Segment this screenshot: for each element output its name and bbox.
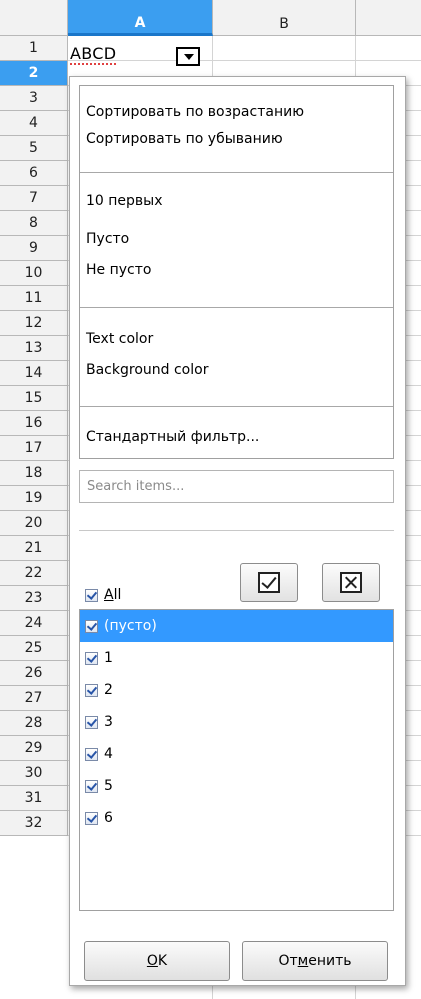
column-header-c[interactable] (356, 0, 421, 36)
cell-a1-text: ABCD (70, 44, 117, 65)
all-checkbox-row[interactable]: All (85, 587, 121, 603)
row-header[interactable]: 4 (0, 111, 68, 136)
row-header[interactable]: 20 (0, 511, 68, 536)
autofilter-dropdown-button[interactable] (176, 47, 200, 66)
search-items-field[interactable] (79, 470, 394, 503)
ok-button[interactable]: OK (84, 941, 230, 981)
all-label-accelerator: A (104, 587, 114, 603)
item-checkbox[interactable] (85, 683, 98, 697)
row-header[interactable]: 24 (0, 611, 68, 636)
menu-sort-descending[interactable]: Сортировать по убыванию (86, 131, 283, 147)
row-header[interactable]: 10 (0, 261, 68, 286)
row-header[interactable]: 7 (0, 186, 68, 211)
autofilter-menu: Сортировать по возрастанию Сортировать п… (79, 85, 394, 459)
list-item[interactable]: 6 (80, 802, 393, 834)
checkmark-box-icon (258, 572, 280, 593)
row-header[interactable]: 28 (0, 711, 68, 736)
menu-separator (80, 172, 393, 173)
all-label-rest: ll (113, 587, 122, 603)
item-label: 4 (104, 746, 113, 762)
row-header[interactable]: 21 (0, 536, 68, 561)
item-label: 1 (104, 650, 113, 666)
list-item[interactable]: 3 (80, 706, 393, 738)
x-box-icon (340, 572, 362, 593)
row-header[interactable]: 8 (0, 211, 68, 236)
cancel-label-prefix: От (278, 953, 298, 969)
menu-empty[interactable]: Пусто (86, 231, 129, 247)
menu-separator (80, 406, 393, 407)
row-header[interactable]: 30 (0, 761, 68, 786)
row-header[interactable]: 25 (0, 636, 68, 661)
list-item[interactable]: 2 (80, 674, 393, 706)
menu-not-empty[interactable]: Не пусто (86, 262, 151, 278)
row-header[interactable]: 17 (0, 436, 68, 461)
row-header[interactable]: 27 (0, 686, 68, 711)
row-header[interactable]: 23 (0, 586, 68, 611)
autofilter-popup: Сортировать по возрастанию Сортировать п… (69, 76, 406, 986)
item-label: 2 (104, 682, 113, 698)
item-label: 5 (104, 778, 113, 794)
item-label: 3 (104, 714, 113, 730)
list-item[interactable]: (пусто) (80, 610, 393, 642)
list-item[interactable]: 4 (80, 738, 393, 770)
item-label: 6 (104, 810, 113, 826)
column-header-a[interactable]: A (68, 0, 213, 36)
item-checkbox[interactable] (85, 811, 98, 825)
row-header[interactable]: 9 (0, 236, 68, 261)
column-header-b[interactable]: B (213, 0, 356, 36)
all-checkbox[interactable] (85, 588, 98, 602)
row-header[interactable]: 6 (0, 161, 68, 186)
cancel-button[interactable]: От м енить (242, 941, 388, 981)
row-header[interactable]: 31 (0, 786, 68, 811)
menu-separator (80, 307, 393, 308)
popup-separator (79, 530, 394, 531)
row-header[interactable]: 11 (0, 286, 68, 311)
item-checkbox[interactable] (85, 747, 98, 761)
row-divider (68, 60, 421, 61)
row-header[interactable]: 1 (0, 36, 68, 61)
cancel-accelerator: м (297, 953, 309, 969)
item-checkbox[interactable] (85, 779, 98, 793)
search-items-input[interactable] (80, 471, 393, 502)
ok-label-rest: K (157, 953, 168, 969)
ok-accelerator: O (146, 953, 158, 969)
item-checkbox[interactable] (85, 715, 98, 729)
row-header[interactable]: 19 (0, 486, 68, 511)
row-header[interactable]: 12 (0, 311, 68, 336)
unselect-current-button[interactable] (322, 563, 380, 602)
menu-background-color[interactable]: Background color (86, 362, 208, 378)
row-header[interactable]: 26 (0, 661, 68, 686)
row-header[interactable]: 18 (0, 461, 68, 486)
menu-sort-ascending[interactable]: Сортировать по возрастанию (86, 104, 304, 120)
row-header[interactable]: 2 (0, 61, 68, 86)
select-current-button[interactable] (240, 563, 298, 602)
row-header[interactable]: 13 (0, 336, 68, 361)
item-checkbox[interactable] (85, 619, 98, 633)
value-checklist[interactable]: (пусто) 1 2 3 4 5 6 (79, 609, 394, 911)
list-item[interactable]: 5 (80, 770, 393, 802)
row-header[interactable]: 5 (0, 136, 68, 161)
row-headers: 1 2 3 4 5 6 7 8 9 10 11 12 13 14 15 16 17 18 19 20 21 22 23 24 2… (0, 36, 68, 836)
menu-text-color[interactable]: Text color (86, 331, 153, 347)
cancel-label-rest: енить (308, 953, 352, 969)
all-label: All (104, 587, 121, 603)
row-header[interactable]: 14 (0, 361, 68, 386)
row-header[interactable]: 29 (0, 736, 68, 761)
row-header[interactable]: 15 (0, 386, 68, 411)
cell-a1[interactable]: ABCD (70, 44, 117, 65)
item-label: (пусто) (104, 618, 157, 634)
row-header[interactable]: 32 (0, 811, 68, 836)
select-all-corner[interactable] (0, 0, 68, 36)
item-checkbox[interactable] (85, 651, 98, 665)
row-header[interactable]: 22 (0, 561, 68, 586)
menu-standard-filter[interactable]: Стандартный фильтр... (86, 429, 259, 445)
row-header[interactable]: 16 (0, 411, 68, 436)
list-item[interactable]: 1 (80, 642, 393, 674)
row-header[interactable]: 3 (0, 86, 68, 111)
menu-top-10[interactable]: 10 первых (86, 193, 163, 209)
